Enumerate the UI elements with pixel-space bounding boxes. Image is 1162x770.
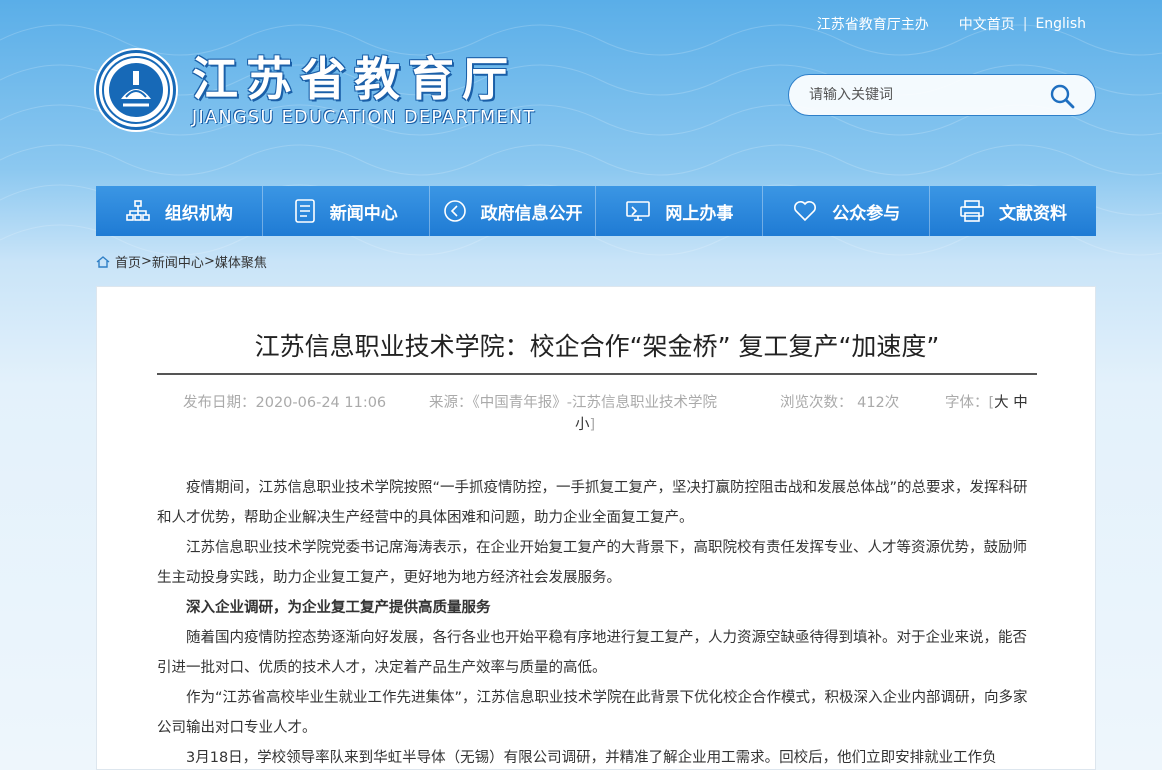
nav-label-news: 新闻中心 xyxy=(329,203,398,224)
search-box xyxy=(788,74,1096,116)
breadcrumb-separator: > xyxy=(203,254,215,269)
font-size-label: 字体：[ xyxy=(945,395,995,411)
nav-label-online-service: 网上办事 xyxy=(665,203,734,224)
article-panel: 江苏信息职业技术学院：校企合作“架金桥” 复工复产“加速度” 发布日期：2020… xyxy=(96,286,1096,770)
search-icon[interactable] xyxy=(1049,83,1075,113)
home-icon xyxy=(96,255,110,268)
monitor-icon xyxy=(626,201,651,221)
article-paragraph: 作为“江苏省高校毕业生就业工作先进集体”，江苏信息职业技术学院在此背景下优化校企… xyxy=(157,690,1028,736)
article-paragraph: 江苏信息职业技术学院党委书记席海涛表示，在企业开始复工复产的大背景下，高职院校有… xyxy=(157,540,1027,586)
title-divider xyxy=(157,373,1037,375)
main-nav: 组织机构 新闻中心 政府信息公开 网上办事 公众参与 文献资料 xyxy=(96,186,1096,236)
logo-english-name: JIANGSU EDUCATION DEPARTMENT xyxy=(192,108,536,128)
breadcrumb-home[interactable]: 首页 xyxy=(115,252,141,271)
font-size-switcher: 字体：[大 中 xyxy=(945,391,1028,412)
info-arrow-icon xyxy=(443,200,466,222)
breadcrumb-news-center[interactable]: 新闻中心 xyxy=(152,252,204,271)
top-bar: 江苏省教育厅主办 中文首页 | English xyxy=(817,14,1086,34)
nav-item-online-service[interactable]: 网上办事 xyxy=(596,186,764,236)
heart-icon xyxy=(794,201,817,222)
font-size-close: ] xyxy=(589,417,596,433)
article-paragraph: 随着国内疫情防控态势逐渐向好发展，各行各业也开始平稳有序地进行复工复产，人力资源… xyxy=(157,630,1027,676)
search-input[interactable] xyxy=(809,87,1039,103)
article-paragraph: 疫情期间，江苏信息职业技术学院按照“一手抓疫情防控，一手抓复工复产，坚决打赢防控… xyxy=(157,480,1028,526)
article-title: 江苏信息职业技术学院：校企合作“架金桥” 复工复产“加速度” xyxy=(254,332,940,361)
article-subheading: 深入企业调研，为企业复工复产提供高质量服务 xyxy=(186,600,491,616)
font-large-button[interactable]: 大 xyxy=(994,395,1009,411)
nav-item-news[interactable]: 新闻中心 xyxy=(263,186,430,236)
font-small-button[interactable]: 小 xyxy=(575,417,590,433)
view-count: 浏览次数： 412次 xyxy=(780,395,900,411)
host-text: 江苏省教育厅主办 xyxy=(816,17,929,33)
printer-icon xyxy=(960,200,984,222)
emblem-icon xyxy=(96,50,176,130)
article-paragraph: 3月18日，学校领导率队来到华虹半导体（无锡）有限公司调研，并精准了解企业用工需… xyxy=(186,750,997,766)
nav-item-organization[interactable]: 组织机构 xyxy=(96,186,263,236)
breadcrumb-media-focus[interactable]: 媒体聚焦 xyxy=(215,252,267,271)
chinese-home-link[interactable]: 中文首页 xyxy=(959,14,1015,34)
article-source: 来源：《中国青年报》-江苏信息职业技术学院 xyxy=(429,395,717,411)
nav-label-gov-info: 政府信息公开 xyxy=(480,203,583,224)
org-chart-icon xyxy=(126,200,150,221)
lang-separator: | xyxy=(1022,16,1028,32)
font-medium-button[interactable]: 中 xyxy=(1013,395,1028,411)
background-wave-pattern xyxy=(0,24,1162,256)
nav-label-public-participation: 公众参与 xyxy=(832,203,901,224)
nav-label-organization: 组织机构 xyxy=(164,203,233,224)
nav-item-gov-info[interactable]: 政府信息公开 xyxy=(430,186,597,236)
nav-item-documents[interactable]: 文献资料 xyxy=(930,186,1096,236)
breadcrumb: 首页 > 新闻中心 > 媒体聚焦 xyxy=(96,252,267,271)
article-body: 疫情期间，江苏信息职业技术学院按照“一手抓疫情防控，一手抓复工复产，坚决打赢防控… xyxy=(157,473,1037,770)
publish-date: 发布日期：2020-06-24 11:06 xyxy=(183,395,387,411)
english-link[interactable]: English xyxy=(1035,16,1086,32)
nav-item-public-participation[interactable]: 公众参与 xyxy=(763,186,931,236)
nav-label-documents: 文献资料 xyxy=(999,203,1068,224)
site-logo[interactable]: 江苏省教育厅 JIANGSU EDUCATION DEPARTMENT xyxy=(96,50,536,130)
breadcrumb-separator: > xyxy=(141,254,152,269)
news-doc-icon xyxy=(294,199,315,223)
font-size-switcher-wrap: 小] xyxy=(575,413,595,434)
logo-chinese-name: 江苏省教育厅 xyxy=(192,52,516,106)
